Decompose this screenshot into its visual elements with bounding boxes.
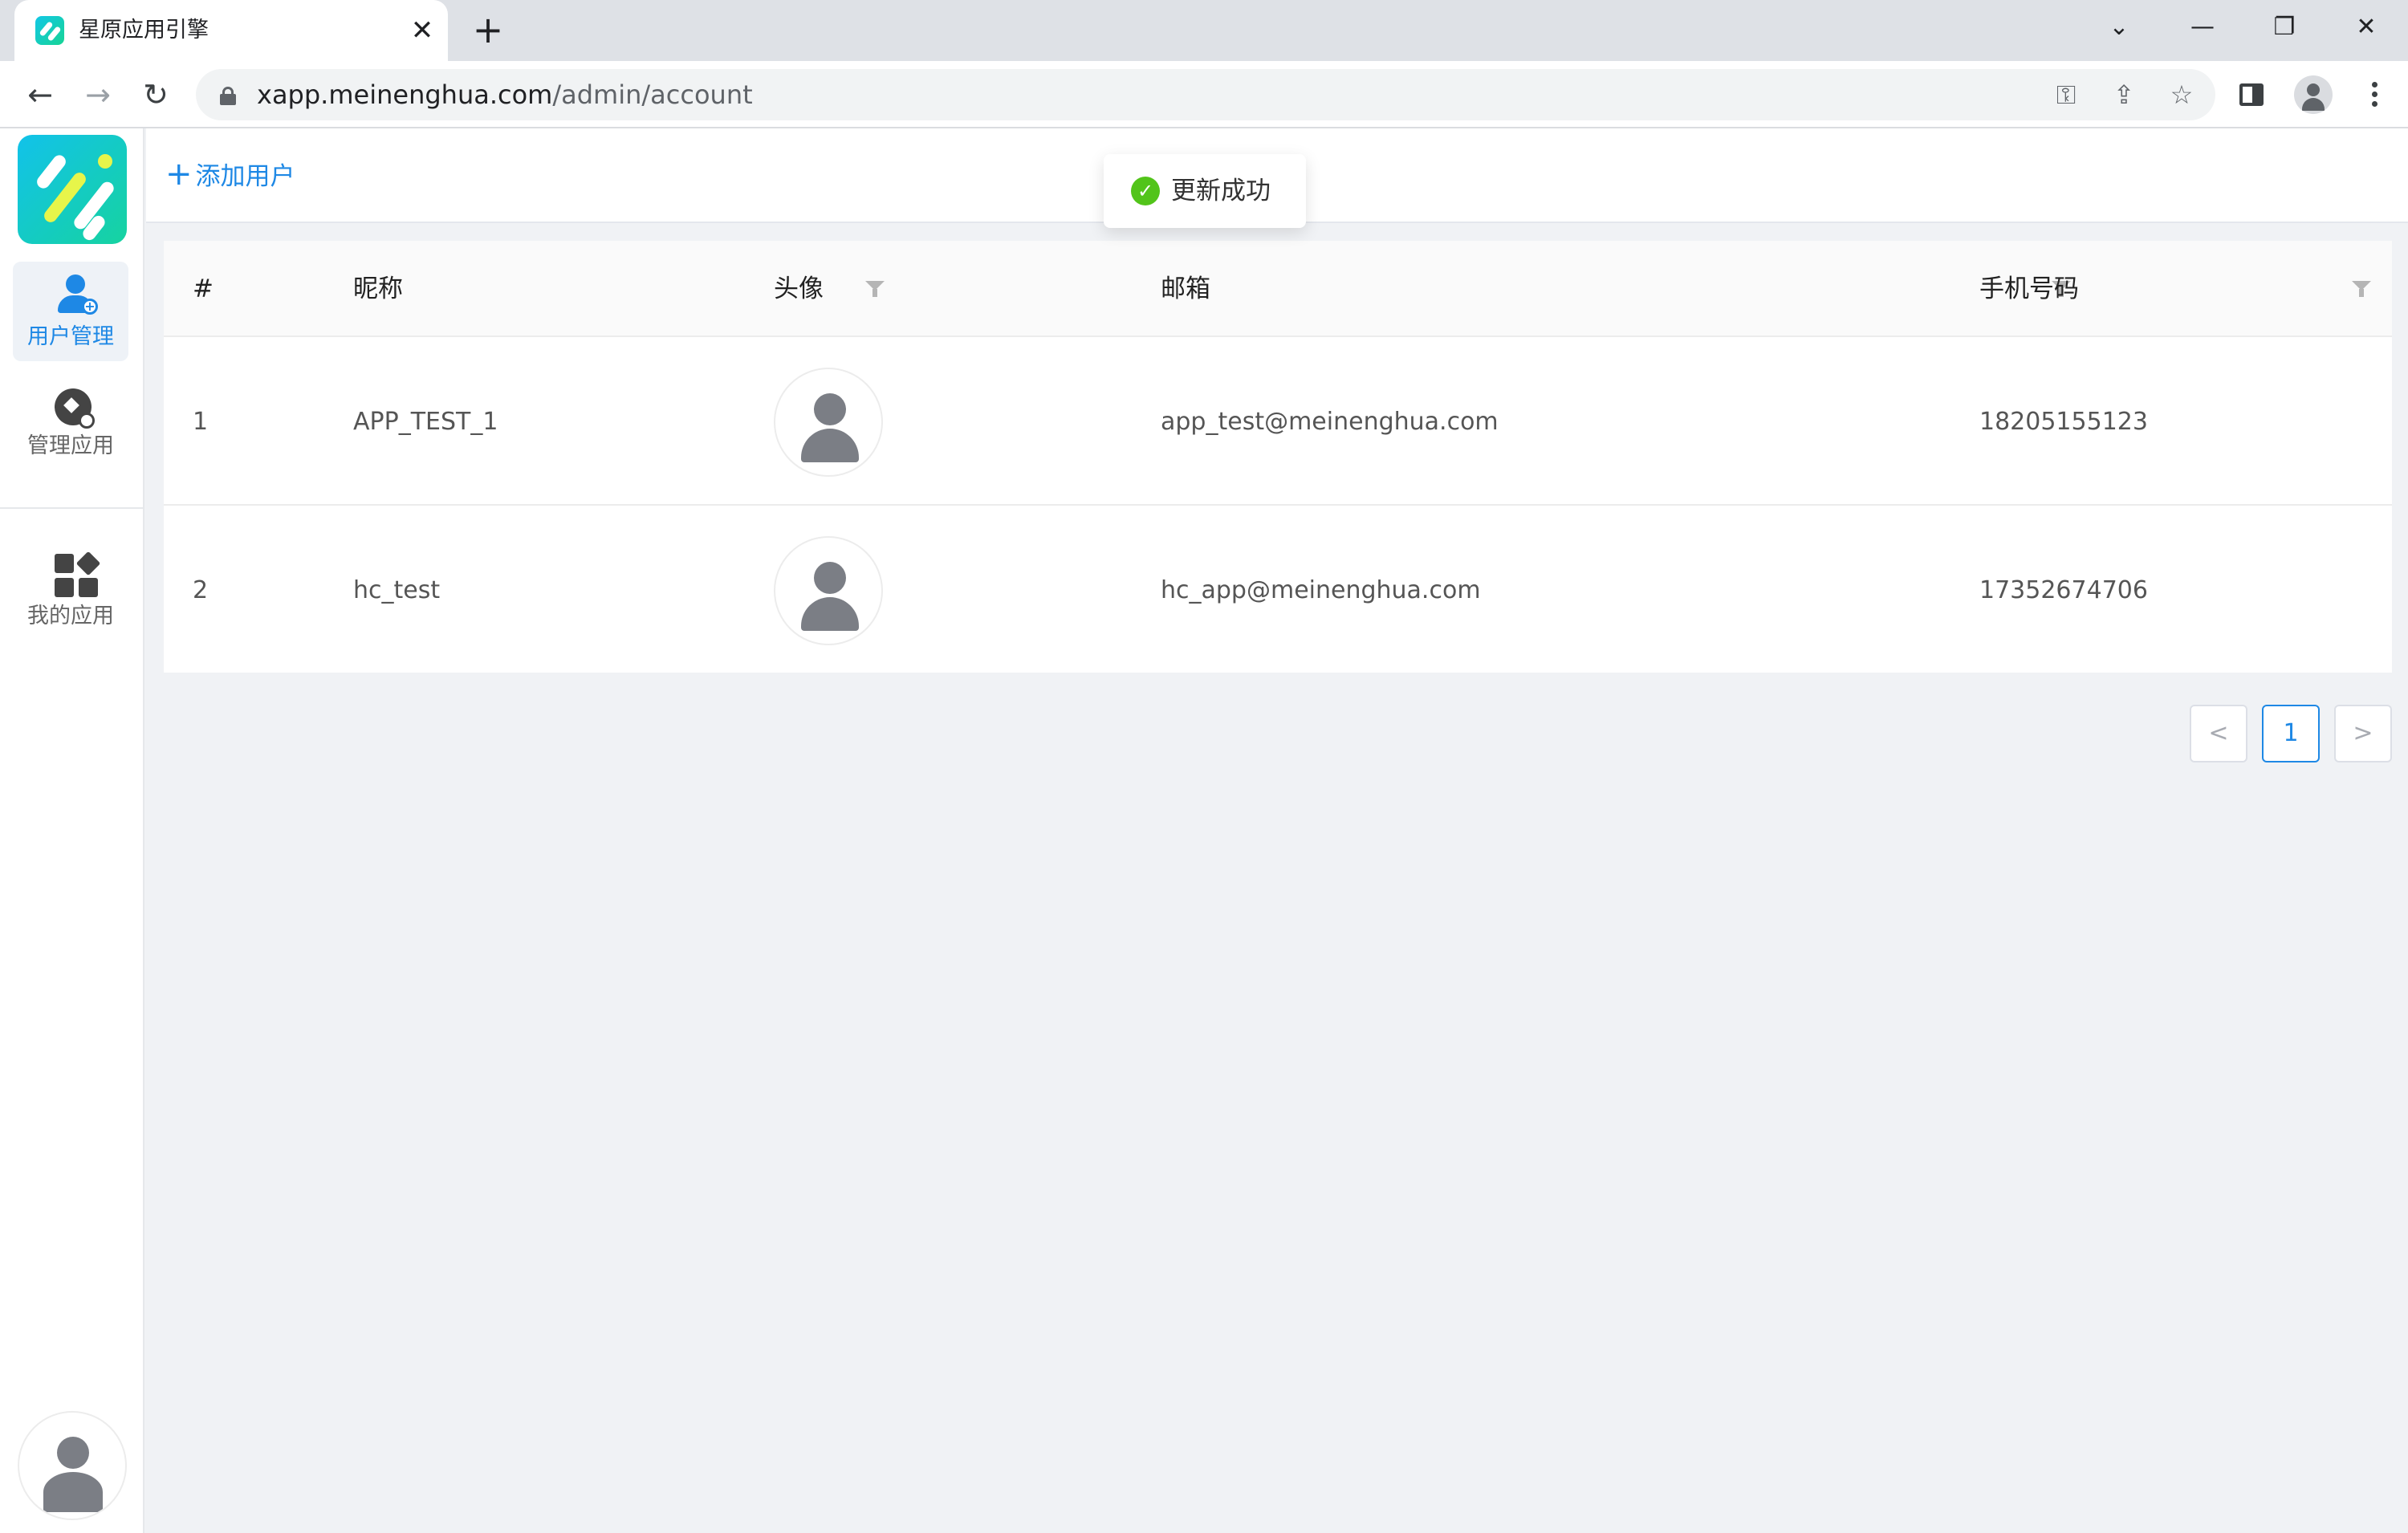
browser-menu-icon[interactable] — [2366, 74, 2382, 116]
reload-button[interactable]: ↻ — [135, 74, 177, 116]
side-panel-icon[interactable] — [2239, 83, 2264, 106]
next-page-button[interactable]: > — [2334, 705, 2392, 762]
address-bar[interactable]: xapp.meinenghua.com/admin/account ⚿ ⇪ ☆ — [196, 69, 2215, 120]
key-icon[interactable]: ⚿ — [2047, 75, 2085, 114]
forward-button[interactable]: → — [77, 74, 119, 116]
add-user-label: 添加用户 — [195, 162, 295, 191]
column-header-email: 邮箱 — [1161, 274, 1210, 303]
sidebar: + 用户管理 管理应用 我的应用 — [0, 128, 144, 1533]
prev-page-button[interactable]: < — [2190, 705, 2247, 762]
share-icon[interactable]: ⇪ — [2105, 75, 2143, 114]
cell-phone: 17352674706 — [1979, 576, 2148, 604]
main-content: + 添加用户 ✓ 更新成功 # 昵称 头像 邮箱 手机号码 1 APP_TEST_… — [146, 128, 2408, 1533]
app-favicon-icon — [35, 16, 64, 45]
lock-icon[interactable] — [220, 87, 236, 105]
add-user-button[interactable]: + 添加用户 — [165, 154, 295, 197]
app-root: + 用户管理 管理应用 我的应用 + 添加用户 ✓ 更新成功 # 昵称 头像 邮… — [0, 128, 2408, 1533]
tab-title: 星原应用引擎 — [79, 18, 209, 43]
page-1-button[interactable]: 1 — [2262, 705, 2320, 762]
browser-tab[interactable]: 星原应用引擎 ✕ — [14, 0, 448, 61]
cell-index: 2 — [193, 576, 209, 604]
tab-search-icon[interactable]: ⌄ — [2095, 8, 2143, 47]
star-icon[interactable]: ☆ — [2162, 75, 2201, 114]
manage-app-icon — [55, 388, 95, 429]
cell-nickname: hc_test — [353, 576, 441, 604]
sidebar-item-manage-apps[interactable]: 管理应用 — [13, 377, 128, 477]
plus-icon: + — [165, 156, 193, 193]
tab-close-icon[interactable]: ✕ — [405, 13, 440, 48]
apps-grid-icon — [55, 551, 101, 599]
app-logo[interactable] — [18, 135, 127, 244]
user-avatar — [774, 368, 883, 477]
sidebar-divider — [0, 507, 143, 509]
table-header: # 昵称 头像 邮箱 手机号码 — [164, 241, 2392, 337]
new-tab-button[interactable]: + — [469, 11, 507, 50]
back-button[interactable]: ← — [19, 74, 61, 116]
sidebar-item-label: 我的应用 — [27, 604, 114, 628]
sidebar-item-label: 用户管理 — [27, 324, 114, 349]
sidebar-item-my-apps[interactable]: 我的应用 — [13, 541, 128, 640]
user-avatar — [774, 536, 883, 645]
filter-icon[interactable] — [865, 281, 885, 299]
user-table: # 昵称 头像 邮箱 手机号码 1 APP_TEST_1 app_test@me… — [164, 241, 2392, 673]
toast-message: 更新成功 — [1171, 177, 1271, 205]
table-row[interactable]: 2 hc_test hc_app@meinenghua.com 17352674… — [164, 506, 2392, 674]
check-circle-icon: ✓ — [1131, 177, 1160, 205]
url-path: /admin/account — [552, 79, 753, 110]
url-host: xapp.meinenghua.com — [257, 79, 553, 110]
column-header-avatar: 头像 — [774, 274, 824, 303]
profile-avatar[interactable] — [2294, 75, 2333, 114]
restore-button[interactable]: ❐ — [2260, 8, 2308, 47]
user-add-icon: + — [56, 274, 98, 318]
cell-nickname: APP_TEST_1 — [353, 408, 498, 436]
minimize-button[interactable]: — — [2178, 8, 2227, 47]
browser-tabstrip: 星原应用引擎 ✕ + ⌄ — ❐ ✕ — [0, 0, 2408, 61]
column-header-phone: 手机号码 — [1979, 274, 2079, 303]
table-row[interactable]: 1 APP_TEST_1 app_test@meinenghua.com 182… — [164, 337, 2392, 506]
cell-email: app_test@meinenghua.com — [1161, 408, 1499, 436]
browser-toolbar: ← → ↻ xapp.meinenghua.com/admin/account … — [0, 61, 2408, 128]
cell-phone: 18205155123 — [1979, 408, 2148, 436]
cell-index: 1 — [193, 408, 209, 436]
sidebar-item-label: 管理应用 — [27, 433, 114, 458]
cell-email: hc_app@meinenghua.com — [1161, 576, 1481, 604]
column-header-nickname: 昵称 — [353, 274, 403, 303]
filter-icon[interactable] — [2352, 281, 2371, 299]
column-header-index: # — [193, 274, 214, 303]
window-close-button[interactable]: ✕ — [2342, 8, 2390, 47]
success-toast: ✓ 更新成功 — [1104, 154, 1306, 228]
current-user-avatar[interactable] — [18, 1411, 127, 1520]
url-text[interactable]: xapp.meinenghua.com/admin/account — [257, 80, 753, 109]
sidebar-item-user-management[interactable]: + 用户管理 — [13, 262, 128, 361]
